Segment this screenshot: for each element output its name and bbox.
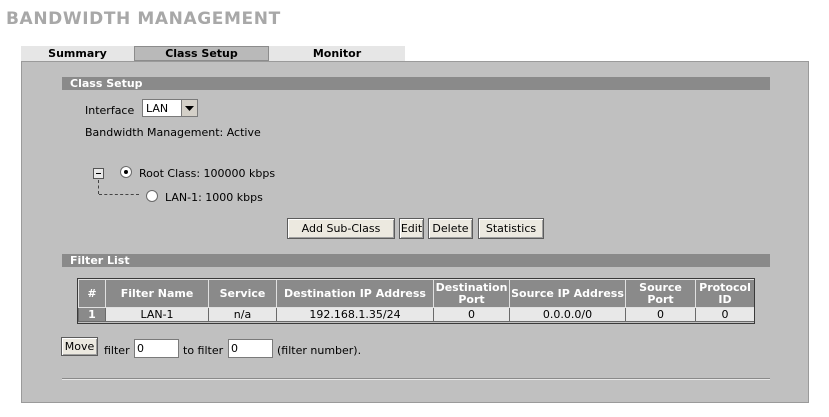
column-header: Source IP Address xyxy=(509,279,626,308)
src-port-cell: 0 xyxy=(625,307,696,322)
filter-table: # Filter Name Service Destination IP Add… xyxy=(78,279,755,322)
statistics-button[interactable]: Statistics xyxy=(478,218,544,239)
filter-from-label: filter xyxy=(104,344,130,357)
chevron-down-icon xyxy=(181,100,197,116)
move-button[interactable]: Move xyxy=(61,337,98,356)
filter-to-input[interactable] xyxy=(228,339,273,358)
tree-connector xyxy=(99,194,139,195)
filter-name-cell: LAN-1 xyxy=(105,307,209,322)
filter-list-header: Filter List xyxy=(62,254,770,267)
page-title: BANDWIDTH MANAGEMENT xyxy=(6,9,281,29)
main-panel: Class Setup Interface LAN Bandwidth Mana… xyxy=(21,61,809,403)
src-ip-cell: 0.0.0.0/0 xyxy=(509,307,626,322)
edit-button[interactable]: Edit xyxy=(399,218,424,239)
tree-connector xyxy=(98,180,99,194)
divider xyxy=(62,378,770,380)
class-setup-header: Class Setup xyxy=(62,77,770,90)
add-sub-class-button[interactable]: Add Sub-Class xyxy=(287,218,395,239)
delete-button[interactable]: Delete xyxy=(428,218,473,239)
tab-class-setup[interactable]: Class Setup xyxy=(134,46,269,61)
tab-monitor[interactable]: Monitor xyxy=(269,46,405,61)
column-header: # xyxy=(78,279,106,308)
column-header: Destination Port xyxy=(433,279,510,308)
column-header: Filter Name xyxy=(105,279,209,308)
filter-number-hint: (filter number). xyxy=(277,344,362,357)
filter-table-header: # Filter Name Service Destination IP Add… xyxy=(78,279,755,308)
column-header: Service xyxy=(208,279,277,308)
tab-summary[interactable]: Summary xyxy=(21,46,134,61)
interface-select-value: LAN xyxy=(146,102,169,115)
column-header: Source Port xyxy=(625,279,696,308)
table-row: 1 LAN-1 n/a 192.168.1.35/24 0 0.0.0.0/0 … xyxy=(78,307,755,322)
interface-select[interactable]: LAN xyxy=(142,99,198,117)
root-class-label: Root Class: 100000 kbps xyxy=(139,167,276,180)
row-number: 1 xyxy=(78,307,106,322)
service-cell: n/a xyxy=(208,307,277,322)
interface-label: Interface xyxy=(85,104,135,117)
filter-to-label: to filter xyxy=(183,344,224,357)
root-class-radio[interactable] xyxy=(120,166,132,178)
filter-from-input[interactable] xyxy=(134,339,179,358)
column-header: Protocol ID xyxy=(695,279,755,308)
dest-port-cell: 0 xyxy=(433,307,510,322)
dest-ip-cell: 192.168.1.35/24 xyxy=(276,307,434,322)
lan1-class-radio[interactable] xyxy=(146,190,158,202)
protocol-id-cell: 0 xyxy=(695,307,755,322)
lan1-class-label: LAN-1: 1000 kbps xyxy=(165,191,263,204)
bandwidth-status: Bandwidth Management: Active xyxy=(85,126,261,139)
collapse-icon[interactable] xyxy=(93,168,104,179)
column-header: Destination IP Address xyxy=(276,279,434,308)
